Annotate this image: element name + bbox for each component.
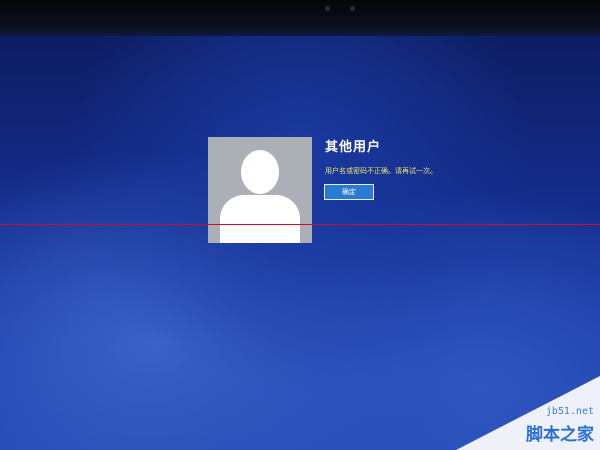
user-silhouette-body bbox=[220, 195, 300, 243]
watermark-site: jb51.net bbox=[545, 406, 594, 417]
sensor-dot-icon bbox=[350, 6, 355, 11]
site-watermark: jb51.net 脚本之家 bbox=[456, 376, 600, 450]
red-guide-line bbox=[0, 224, 600, 225]
watermark-name: 脚本之家 bbox=[526, 425, 594, 445]
camera-lens-icon bbox=[325, 6, 330, 11]
user-avatar-tile bbox=[208, 137, 312, 243]
username-label: 其他用户 bbox=[325, 140, 382, 155]
user-silhouette-icon bbox=[241, 150, 279, 194]
ok-button[interactable]: 确定 bbox=[324, 184, 374, 200]
login-error-message: 用户名或密码不正确。请再试一次。 bbox=[325, 167, 437, 175]
monitor-bezel bbox=[0, 0, 600, 38]
